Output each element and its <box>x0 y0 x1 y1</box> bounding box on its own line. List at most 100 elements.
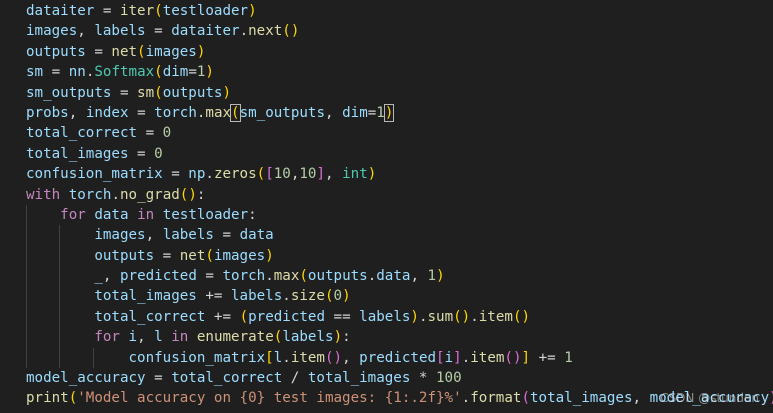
code-token: item <box>470 349 505 366</box>
code-token: += <box>205 308 240 325</box>
code-token: , <box>325 104 343 121</box>
code-token: np <box>188 166 206 183</box>
code-editor[interactable]: dataiter = iter(testloader) images, label… <box>0 0 773 413</box>
code-token: ( <box>299 268 308 285</box>
indent-guide <box>26 347 27 369</box>
code-token: 1 <box>427 268 437 285</box>
code-token: += <box>196 288 232 305</box>
code-token: images <box>145 43 197 60</box>
code-token: 0 <box>154 145 163 162</box>
code-line[interactable]: confusion_matrix = np.zeros([10,10], int… <box>0 164 773 184</box>
code-token: outputs <box>307 268 368 285</box>
code-line[interactable]: sm = nn.Softmax(dim=1) <box>0 62 773 82</box>
code-token: = <box>196 268 223 285</box>
code-token: probs <box>26 104 69 121</box>
code-token: next <box>248 23 283 40</box>
code-token: , <box>102 268 120 285</box>
code-line[interactable]: with torch.no_grad(): <box>0 185 773 205</box>
code-token: , <box>325 166 343 183</box>
code-token: = <box>111 84 138 101</box>
code-token: . <box>265 268 274 285</box>
code-token: torch <box>68 186 112 203</box>
code-token: sm <box>137 84 155 101</box>
code-line[interactable]: images, labels = dataiter.next() <box>0 21 773 41</box>
code-line[interactable]: total_images = 0 <box>0 144 773 164</box>
code-token: i <box>128 329 138 346</box>
code-line[interactable]: _, predicted = torch.max(outputs.data, 1… <box>0 266 773 287</box>
code-token: ( <box>137 43 146 60</box>
code-line[interactable]: outputs = net(images) <box>0 42 773 62</box>
code-line[interactable]: total_correct = 0 <box>0 123 773 143</box>
code-token: iter <box>119 3 155 19</box>
code-token: confusion_matrix <box>128 349 266 366</box>
code-token: sm_outputs <box>26 84 112 101</box>
code-token: ( <box>282 23 291 40</box>
code-token: ( <box>324 349 334 366</box>
code-token: total_images <box>94 288 197 305</box>
code-line[interactable]: dataiter = iter(testloader) <box>0 1 773 21</box>
indent-guide <box>59 266 61 287</box>
code-line[interactable]: for data in testloader: <box>0 204 773 226</box>
code-token: i <box>444 349 454 366</box>
code-token: * <box>410 370 437 387</box>
code-token: for <box>94 329 120 346</box>
code-token: total_images <box>26 145 129 162</box>
code-token: . <box>239 23 249 40</box>
code-token: . <box>367 268 377 285</box>
code-token: / <box>282 370 308 387</box>
code-line[interactable]: probs, index = torch.max(sm_outputs, dim… <box>0 103 773 123</box>
code-token: ) <box>383 103 395 122</box>
code-token: labels <box>162 227 214 244</box>
code-line[interactable]: for i, l in enumerate(labels): <box>0 327 773 348</box>
code-token: ( <box>256 166 266 183</box>
code-token: ) <box>222 84 232 101</box>
indent-guide <box>26 306 27 328</box>
code-token: ( <box>324 288 334 305</box>
code-token: in <box>171 329 189 346</box>
code-line[interactable]: print('Model accuracy on {0} test images… <box>0 388 773 408</box>
code-token: labels <box>359 308 411 325</box>
code-token: ) <box>188 186 197 203</box>
code-line[interactable]: images, labels = data <box>0 225 773 246</box>
code-token: : <box>196 186 206 203</box>
indent-guide <box>26 204 27 226</box>
code-token: print <box>26 390 69 407</box>
code-token: outputs <box>162 84 223 101</box>
code-area[interactable]: dataiter = iter(testloader) images, label… <box>0 1 773 409</box>
code-token: ) <box>248 3 257 19</box>
code-token: nn <box>68 64 86 81</box>
code-token: 1 <box>376 104 385 121</box>
indent-guide <box>26 245 27 267</box>
code-line[interactable]: confusion_matrix[l.item(), predicted[i].… <box>0 347 773 369</box>
code-token: sum <box>427 308 454 325</box>
code-token: dataiter <box>171 23 240 40</box>
code-line[interactable]: model_accuracy = total_correct / total_i… <box>0 368 773 388</box>
code-token: predicted <box>248 308 325 325</box>
code-token: testloader <box>162 206 249 223</box>
code-token: images <box>213 247 266 264</box>
code-line[interactable]: outputs = net(images) <box>0 245 773 267</box>
code-token: ( <box>154 64 163 81</box>
code-token: torch <box>154 104 197 121</box>
code-token: for <box>60 206 86 223</box>
code-line[interactable]: total_images += labels.size(0) <box>0 286 773 307</box>
indent-guide <box>59 286 61 307</box>
code-token: item <box>478 308 513 325</box>
code-line[interactable]: sm_outputs = sm(outputs) <box>0 83 773 103</box>
code-token: data <box>376 268 411 285</box>
code-token: testloader <box>162 3 249 19</box>
code-token: total_images <box>529 390 633 407</box>
code-token: = <box>94 3 120 19</box>
indent-guide <box>26 327 27 348</box>
code-line[interactable]: total_correct += (predicted == labels).s… <box>0 306 773 328</box>
indent-guide <box>26 266 27 287</box>
code-token: total_correct <box>26 125 138 142</box>
code-token: torch <box>222 268 266 285</box>
code-token: predicted <box>119 268 197 285</box>
indent-guide <box>59 225 61 246</box>
code-token: = <box>154 247 180 264</box>
code-token: ( <box>239 308 249 325</box>
code-token: = <box>43 64 69 81</box>
